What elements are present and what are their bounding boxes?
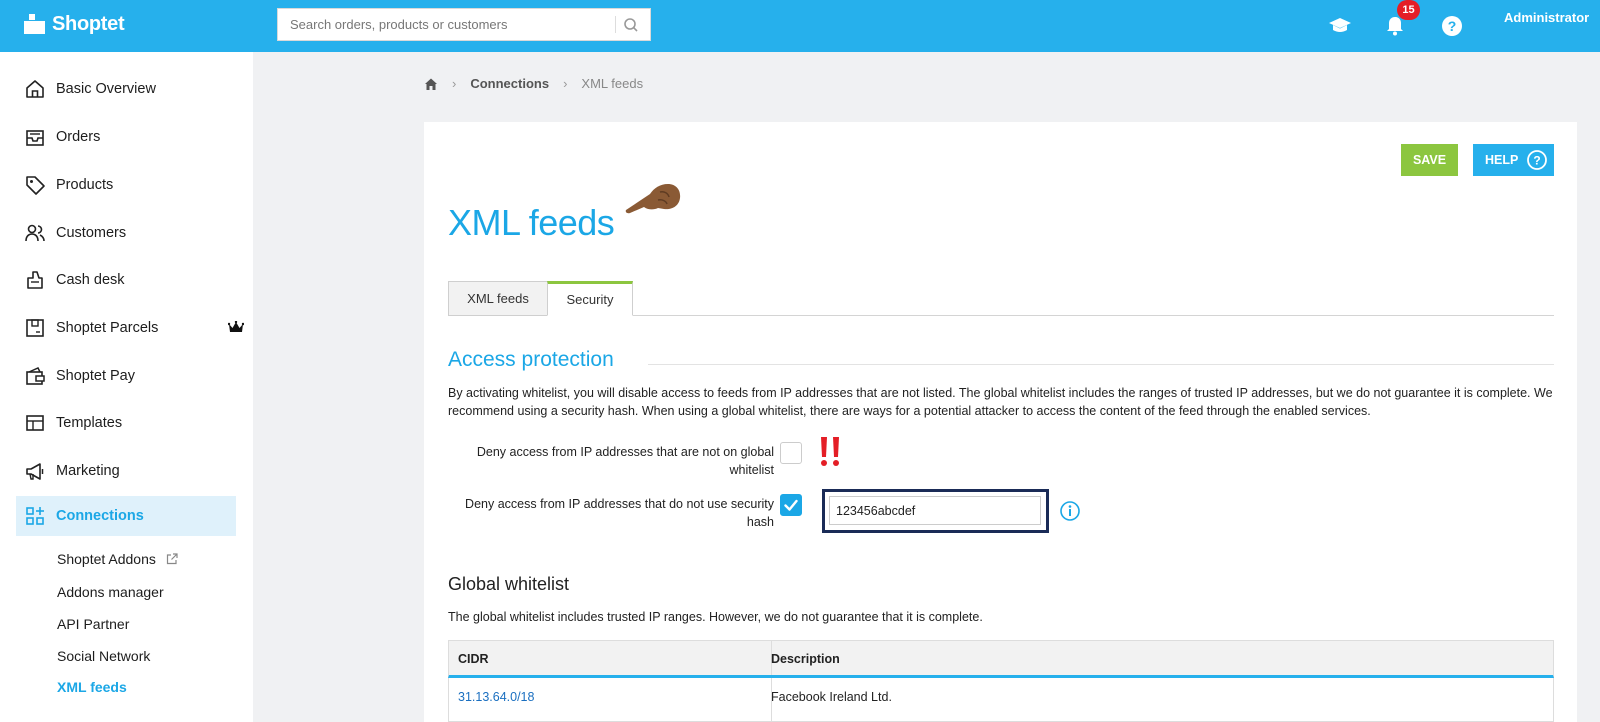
access-protection-heading: Access protection — [448, 348, 614, 371]
sidebar-item-label: Cash desk — [56, 272, 125, 288]
breadcrumb: › Connections › XML feeds — [424, 76, 643, 91]
table-header: CIDR Description — [448, 640, 1554, 678]
search-icon[interactable] — [621, 15, 641, 35]
info-icon[interactable] — [1059, 500, 1081, 522]
chevron-right-icon: › — [452, 76, 457, 91]
search-input[interactable] — [278, 9, 614, 40]
global-whitelist-heading: Global whitelist — [448, 574, 570, 594]
sidebar-item-label: Shoptet Parcels — [56, 320, 159, 336]
chevron-right-icon: › — [563, 76, 568, 91]
sidebar-item-label: Marketing — [56, 463, 120, 479]
notification-badge: 15 — [1397, 0, 1420, 20]
sidebar-item-shoptet-pay[interactable]: Shoptet Pay — [16, 356, 236, 396]
tab-security[interactable]: Security — [547, 281, 633, 316]
content-card: SAVE HELP ? XML feeds XML feeds Security… — [424, 122, 1577, 722]
sidebar-item-shoptet-parcels[interactable]: Shoptet Parcels — [16, 308, 244, 348]
cash-register-icon — [27, 271, 43, 289]
sidebar: Basic Overview Orders Products Customers… — [0, 52, 253, 722]
page-title: XML feeds — [448, 202, 615, 243]
wallet-icon — [26, 367, 45, 385]
deny-global-checkbox[interactable] — [780, 442, 802, 464]
home-icon[interactable] — [424, 77, 438, 91]
column-header-description: Description — [771, 652, 840, 666]
parcel-icon — [26, 319, 44, 337]
sidebar-item-connections[interactable]: Connections — [16, 496, 236, 536]
search-separator — [615, 16, 616, 33]
access-protection-description: By activating whitelist, you will disabl… — [448, 386, 1553, 418]
question-circle-icon: ? — [1527, 150, 1547, 170]
checkmark-icon — [784, 499, 798, 511]
sidebar-item-label: Shoptet Pay — [56, 368, 135, 384]
svg-text:?: ? — [1533, 154, 1540, 168]
sidebar-item-basic-overview[interactable]: Basic Overview — [16, 69, 236, 109]
sidebar-subitem-shoptet-addons[interactable]: Shoptet Addons — [57, 551, 178, 567]
shoptet-logo-icon — [24, 13, 45, 34]
tag-icon — [26, 176, 45, 195]
connections-icon — [26, 507, 44, 525]
search-box — [277, 8, 651, 41]
table-row: 31.13.64.0/18 Facebook Ireland Ltd. — [448, 678, 1554, 722]
section-divider — [648, 364, 1554, 365]
sidebar-subitem-social-network[interactable]: Social Network — [57, 648, 150, 664]
external-link-icon — [166, 553, 178, 565]
sidebar-subitem-addons-manager[interactable]: Addons manager — [57, 584, 164, 600]
shoptet-logo[interactable]: Shoptet — [24, 13, 125, 36]
sidebar-item-templates[interactable]: Templates — [16, 403, 236, 443]
help-button[interactable]: HELP ? — [1473, 144, 1554, 176]
sidebar-item-orders[interactable]: Orders — [16, 117, 236, 157]
top-bar: Shoptet 15 ? Administrator — [0, 0, 1600, 52]
logo-text: Shoptet — [52, 13, 125, 35]
breadcrumb-connections[interactable]: Connections — [470, 76, 549, 91]
sidebar-item-label: Basic Overview — [56, 81, 156, 97]
inbox-icon — [26, 130, 44, 146]
sidebar-item-label: Connections — [56, 508, 144, 524]
sidebar-item-label: Customers — [56, 225, 127, 241]
sidebar-subitem-xml-feeds[interactable]: XML feeds — [57, 679, 127, 695]
double-exclamation-icon — [821, 437, 839, 466]
user-menu[interactable]: Administrator — [1504, 10, 1589, 25]
deny-global-label: Deny access from IP addresses that are n… — [476, 445, 774, 477]
template-icon — [26, 415, 44, 431]
deny-hash-label: Deny access from IP addresses that do no… — [465, 497, 774, 529]
global-whitelist-description: The global whitelist includes trusted IP… — [448, 610, 983, 624]
home-icon — [26, 80, 44, 98]
deny-hash-checkbox[interactable] — [780, 494, 802, 516]
users-icon — [25, 224, 45, 242]
megaphone-icon — [26, 463, 44, 480]
pointing-hand-icon — [625, 184, 681, 214]
tab-xml-feeds[interactable]: XML feeds — [448, 281, 548, 316]
sidebar-item-marketing[interactable]: Marketing — [16, 451, 236, 491]
sidebar-subitem-api-partner[interactable]: API Partner — [57, 616, 129, 632]
security-hash-input[interactable] — [829, 496, 1041, 525]
sidebar-item-cash-desk[interactable]: Cash desk — [16, 260, 236, 300]
svg-text:?: ? — [1448, 18, 1457, 34]
sidebar-item-products[interactable]: Products — [16, 165, 236, 205]
help-circle-icon[interactable]: ? — [1440, 14, 1464, 38]
cidr-link[interactable]: 31.13.64.0/18 — [458, 690, 534, 704]
help-button-label: HELP — [1485, 153, 1519, 167]
breadcrumb-current: XML feeds — [581, 76, 644, 91]
sidebar-item-label: Products — [56, 177, 114, 193]
column-header-cidr: CIDR — [458, 652, 489, 666]
save-button[interactable]: SAVE — [1401, 144, 1458, 176]
sidebar-item-label: Templates — [56, 415, 123, 431]
row-description: Facebook Ireland Ltd. — [771, 690, 892, 704]
graduation-cap-icon[interactable] — [1328, 14, 1352, 38]
sidebar-item-label: Orders — [56, 129, 101, 145]
crown-icon — [228, 321, 244, 332]
sidebar-item-customers[interactable]: Customers — [16, 213, 236, 253]
sidebar-subitem-label: Shoptet Addons — [57, 551, 156, 567]
